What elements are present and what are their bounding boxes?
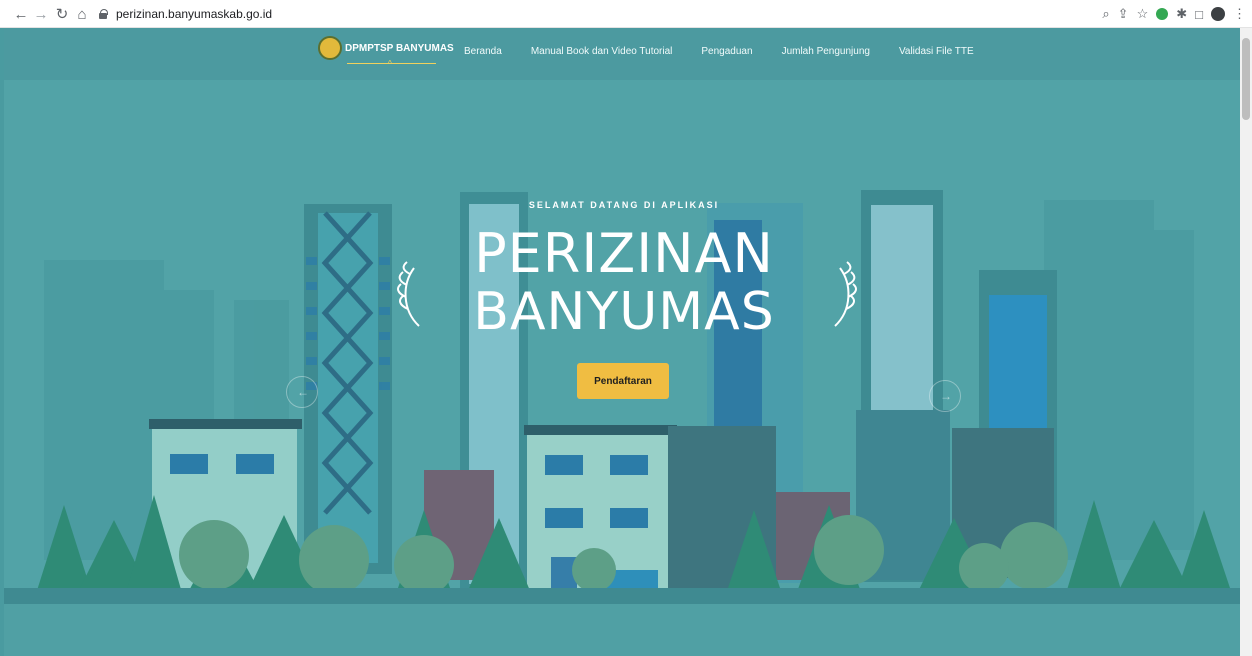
extension-icon[interactable] bbox=[1156, 8, 1169, 20]
page: DPMPTSP BANYUMAS ^ Beranda Manual Book d… bbox=[0, 28, 1252, 656]
logo-icon bbox=[318, 36, 342, 60]
address-bar[interactable]: perizinan.banyumaskab.go.id bbox=[98, 4, 272, 24]
home-icon[interactable]: ⌂ bbox=[71, 3, 93, 25]
lock-icon bbox=[98, 9, 108, 19]
search-icon[interactable]: ⌕ bbox=[1102, 6, 1109, 22]
puzzle-icon[interactable]: ✱ bbox=[1176, 6, 1187, 22]
lower-band bbox=[4, 604, 1240, 656]
nav-link-jumlah-pengunjung[interactable]: Jumlah Pengunjung bbox=[782, 46, 870, 57]
forward-icon[interactable]: → bbox=[30, 3, 52, 25]
page-scrollbar[interactable] bbox=[1240, 28, 1252, 656]
menu-icon[interactable]: ⋮ bbox=[1233, 6, 1246, 22]
chevron-left-icon: ← bbox=[297, 385, 309, 399]
scrollbar-thumb[interactable] bbox=[1242, 38, 1250, 120]
hero-title-line-2: BANYUMAS bbox=[473, 282, 775, 342]
right-laurel-icon bbox=[834, 261, 857, 327]
share-icon[interactable]: ⇪ bbox=[1118, 6, 1129, 22]
nav-link-validasi[interactable]: Validasi File TTE bbox=[899, 46, 974, 57]
top-nav: DPMPTSP BANYUMAS ^ Beranda Manual Book d… bbox=[4, 28, 1240, 80]
ground-band bbox=[4, 588, 1240, 604]
nav-link-pengaduan[interactable]: Pengaduan bbox=[701, 46, 752, 57]
hero-text-block: SELAMAT DATANG DI APLIKASI PERIZINAN BAN… bbox=[457, 200, 791, 341]
hero: DPMPTSP BANYUMAS ^ Beranda Manual Book d… bbox=[4, 28, 1240, 656]
browser-toolbar: ← → ↻ ⌂ perizinan.banyumaskab.go.id ⌕ ⇪ … bbox=[0, 0, 1252, 28]
nav-links: Beranda Manual Book dan Video Tutorial P… bbox=[464, 46, 974, 57]
chevron-right-icon: → bbox=[940, 389, 952, 403]
sidepanel-icon[interactable]: □ bbox=[1195, 7, 1203, 22]
avatar[interactable] bbox=[1211, 7, 1225, 21]
next-slide-button[interactable]: → bbox=[929, 380, 961, 412]
nav-link-manual[interactable]: Manual Book dan Video Tutorial bbox=[531, 46, 673, 57]
hero-eyebrow: SELAMAT DATANG DI APLIKASI bbox=[528, 200, 720, 210]
caret-up-icon: ^ bbox=[388, 59, 392, 68]
back-icon[interactable]: ← bbox=[10, 3, 32, 25]
previous-slide-button[interactable]: ← bbox=[286, 376, 318, 408]
hero-title-line-1: PERIZINAN bbox=[474, 222, 774, 285]
url-text: perizinan.banyumaskab.go.id bbox=[116, 7, 273, 21]
brand[interactable]: DPMPTSP BANYUMAS bbox=[318, 36, 454, 60]
brand-text: DPMPTSP BANYUMAS bbox=[345, 42, 454, 54]
left-laurel-icon bbox=[397, 261, 420, 327]
reload-icon[interactable]: ↻ bbox=[51, 3, 73, 25]
star-icon[interactable]: ☆ bbox=[1137, 6, 1149, 22]
browser-actions: ⌕ ⇪ ☆ ✱ □ ⋮ bbox=[1102, 4, 1246, 24]
registration-button[interactable]: Pendaftaran bbox=[577, 363, 669, 399]
nav-link-beranda[interactable]: Beranda bbox=[464, 46, 502, 57]
